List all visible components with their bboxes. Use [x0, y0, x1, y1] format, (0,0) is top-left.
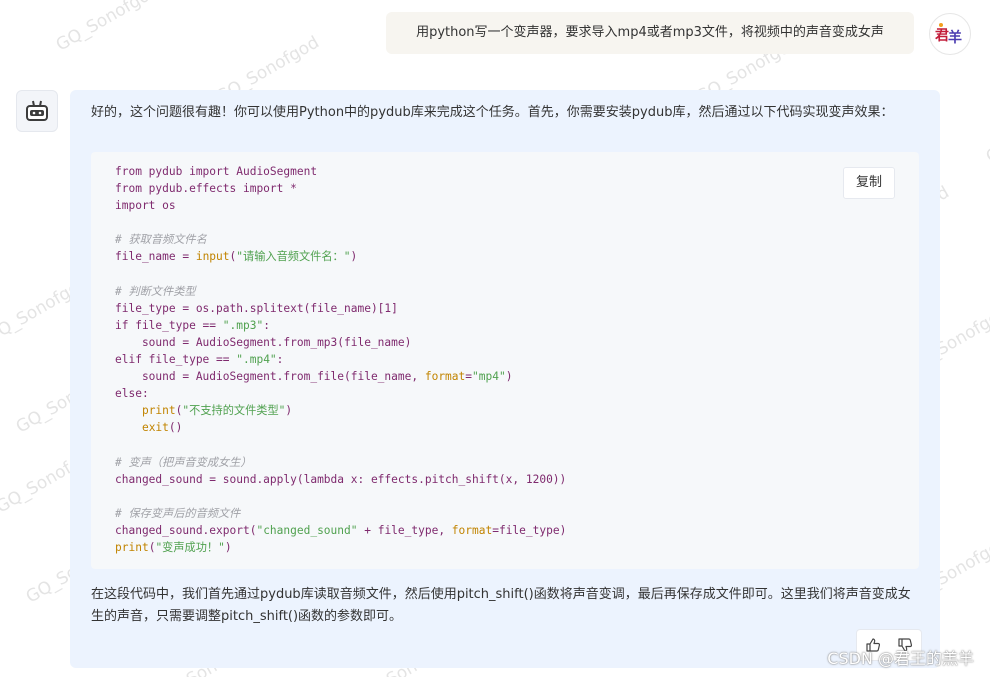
- code-line: exit(): [141, 421, 183, 435]
- code-line: print("不支持的文件类型"): [141, 404, 293, 418]
- code-line: # 获取音频文件名: [115, 233, 207, 247]
- bot-avatar: [16, 90, 58, 132]
- bot-message-bubble: 好的，这个问题很有趣！你可以使用Python中的pydub库来完成这个任务。首先…: [70, 90, 940, 668]
- user-message-text: 用python写一个变声器，要求导入mp4或者mp3文件，将视频中的声音变成女声: [416, 25, 884, 40]
- code-block: from pydub import AudioSegment from pydub…: [91, 152, 919, 569]
- bot-intro-text: 好的，这个问题很有趣！你可以使用Python中的pydub库来完成这个任务。首先…: [91, 105, 894, 120]
- user-avatar[interactable]: 君 羊: [929, 13, 971, 55]
- code-line: file_name = input("请输入音频文件名："): [115, 250, 358, 264]
- code-line: changed_sound = sound.apply(lambda x: ef…: [115, 472, 567, 486]
- user-message-bubble: 用python写一个变声器，要求导入mp4或者mp3文件，将视频中的声音变成女声: [386, 12, 914, 54]
- code-line: from pydub import AudioSegment: [115, 165, 318, 178]
- user-avatar-logo: 君 羊: [934, 23, 962, 46]
- code-line: import os: [115, 199, 176, 213]
- code-line: # 判断文件类型: [115, 284, 196, 298]
- code-line: changed_sound.export("changed_sound" + f…: [115, 523, 567, 537]
- code-line: from pydub.effects import *: [115, 182, 297, 196]
- code-line: else:: [115, 387, 149, 401]
- code-line: ​: [115, 437, 566, 454]
- watermark-text: GQ_Sonofgod: [52, 0, 163, 56]
- svg-text:羊: 羊: [948, 29, 962, 46]
- code-line: elif file_type == ".mp4":: [115, 353, 284, 367]
- code-line: file_type = os.path.splitext(file_name)[…: [115, 301, 398, 315]
- code-line: ​: [115, 266, 566, 283]
- code-line: # 保存变声后的音频文件: [115, 506, 241, 520]
- code-line: sound = AudioSegment.from_file(file_name…: [115, 370, 513, 384]
- code-line: # 变声（把声音变成女生）: [115, 455, 252, 469]
- robot-icon: [26, 100, 48, 121]
- code-content: from pydub import AudioSegment from pydub…: [115, 163, 566, 556]
- bot-outro-text: 在这段代码中，我们首先通过pydub库读取音频文件，然后使用pitch_shif…: [91, 587, 911, 624]
- svg-text:君: 君: [934, 28, 949, 44]
- code-line: sound = AudioSegment.from_mp3(file_name): [115, 335, 412, 349]
- watermark-text: GQ_Sonofgod: [982, 92, 990, 168]
- code-line: print("变声成功！"): [115, 541, 232, 555]
- code-line: ​: [115, 488, 566, 505]
- csdn-watermark: CSDN @君王的羔羊: [827, 649, 974, 668]
- copy-button[interactable]: 复制: [843, 167, 895, 199]
- code-line: ​: [115, 214, 566, 231]
- code-line: if file_type == ".mp3":: [115, 318, 270, 332]
